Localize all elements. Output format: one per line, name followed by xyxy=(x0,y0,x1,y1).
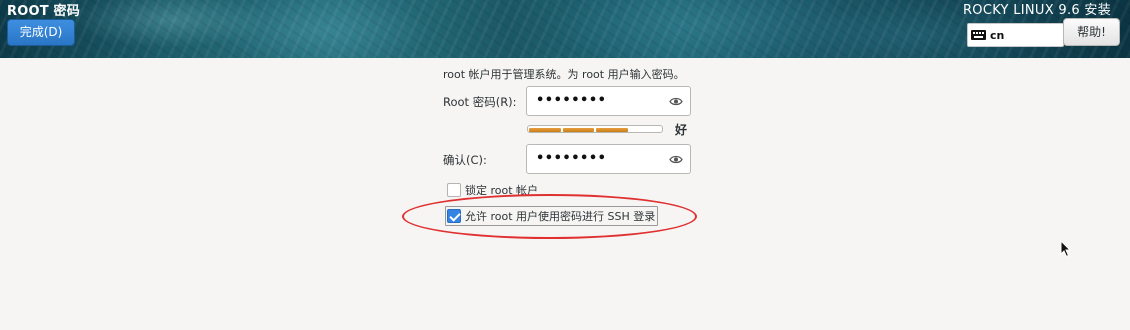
screen-title: ROOT 密码 xyxy=(7,4,80,19)
confirm-label: 确认(C): xyxy=(443,153,487,167)
help-button[interactable]: 帮助! xyxy=(1063,18,1120,46)
password-field[interactable]: •••••••• xyxy=(526,86,691,116)
intro-text: root 帐户用于管理系统。为 root 用户输入密码。 xyxy=(443,68,685,81)
password-strength-label: 好 xyxy=(675,123,688,137)
keyboard-icon xyxy=(971,30,986,40)
header-bar: ROOT 密码 完成(D) ROCKY LINUX 9.6 安装 cn 帮助! xyxy=(0,0,1130,58)
mouse-cursor-icon xyxy=(1060,240,1072,258)
done-button[interactable]: 完成(D) xyxy=(7,19,75,46)
password-value: •••••••• xyxy=(536,93,607,108)
annotation-ellipse xyxy=(402,194,697,239)
eye-icon[interactable] xyxy=(669,154,683,165)
strength-segment xyxy=(529,127,561,132)
confirm-password-field[interactable]: •••••••• xyxy=(526,144,691,174)
keyboard-layout-indicator[interactable]: cn xyxy=(967,23,1064,47)
strength-segment xyxy=(596,127,628,132)
eye-icon[interactable] xyxy=(669,96,683,107)
password-label: Root 密码(R): xyxy=(443,95,517,109)
keyboard-layout-label: cn xyxy=(990,28,1005,42)
header-background xyxy=(0,0,1130,58)
strength-segment xyxy=(562,127,594,132)
product-title: ROCKY LINUX 9.6 安装 xyxy=(962,3,1111,18)
password-strength-bar xyxy=(527,125,663,133)
lock-root-checkbox[interactable] xyxy=(447,183,461,197)
strength-segment xyxy=(630,128,662,132)
confirm-password-value: •••••••• xyxy=(536,151,607,166)
